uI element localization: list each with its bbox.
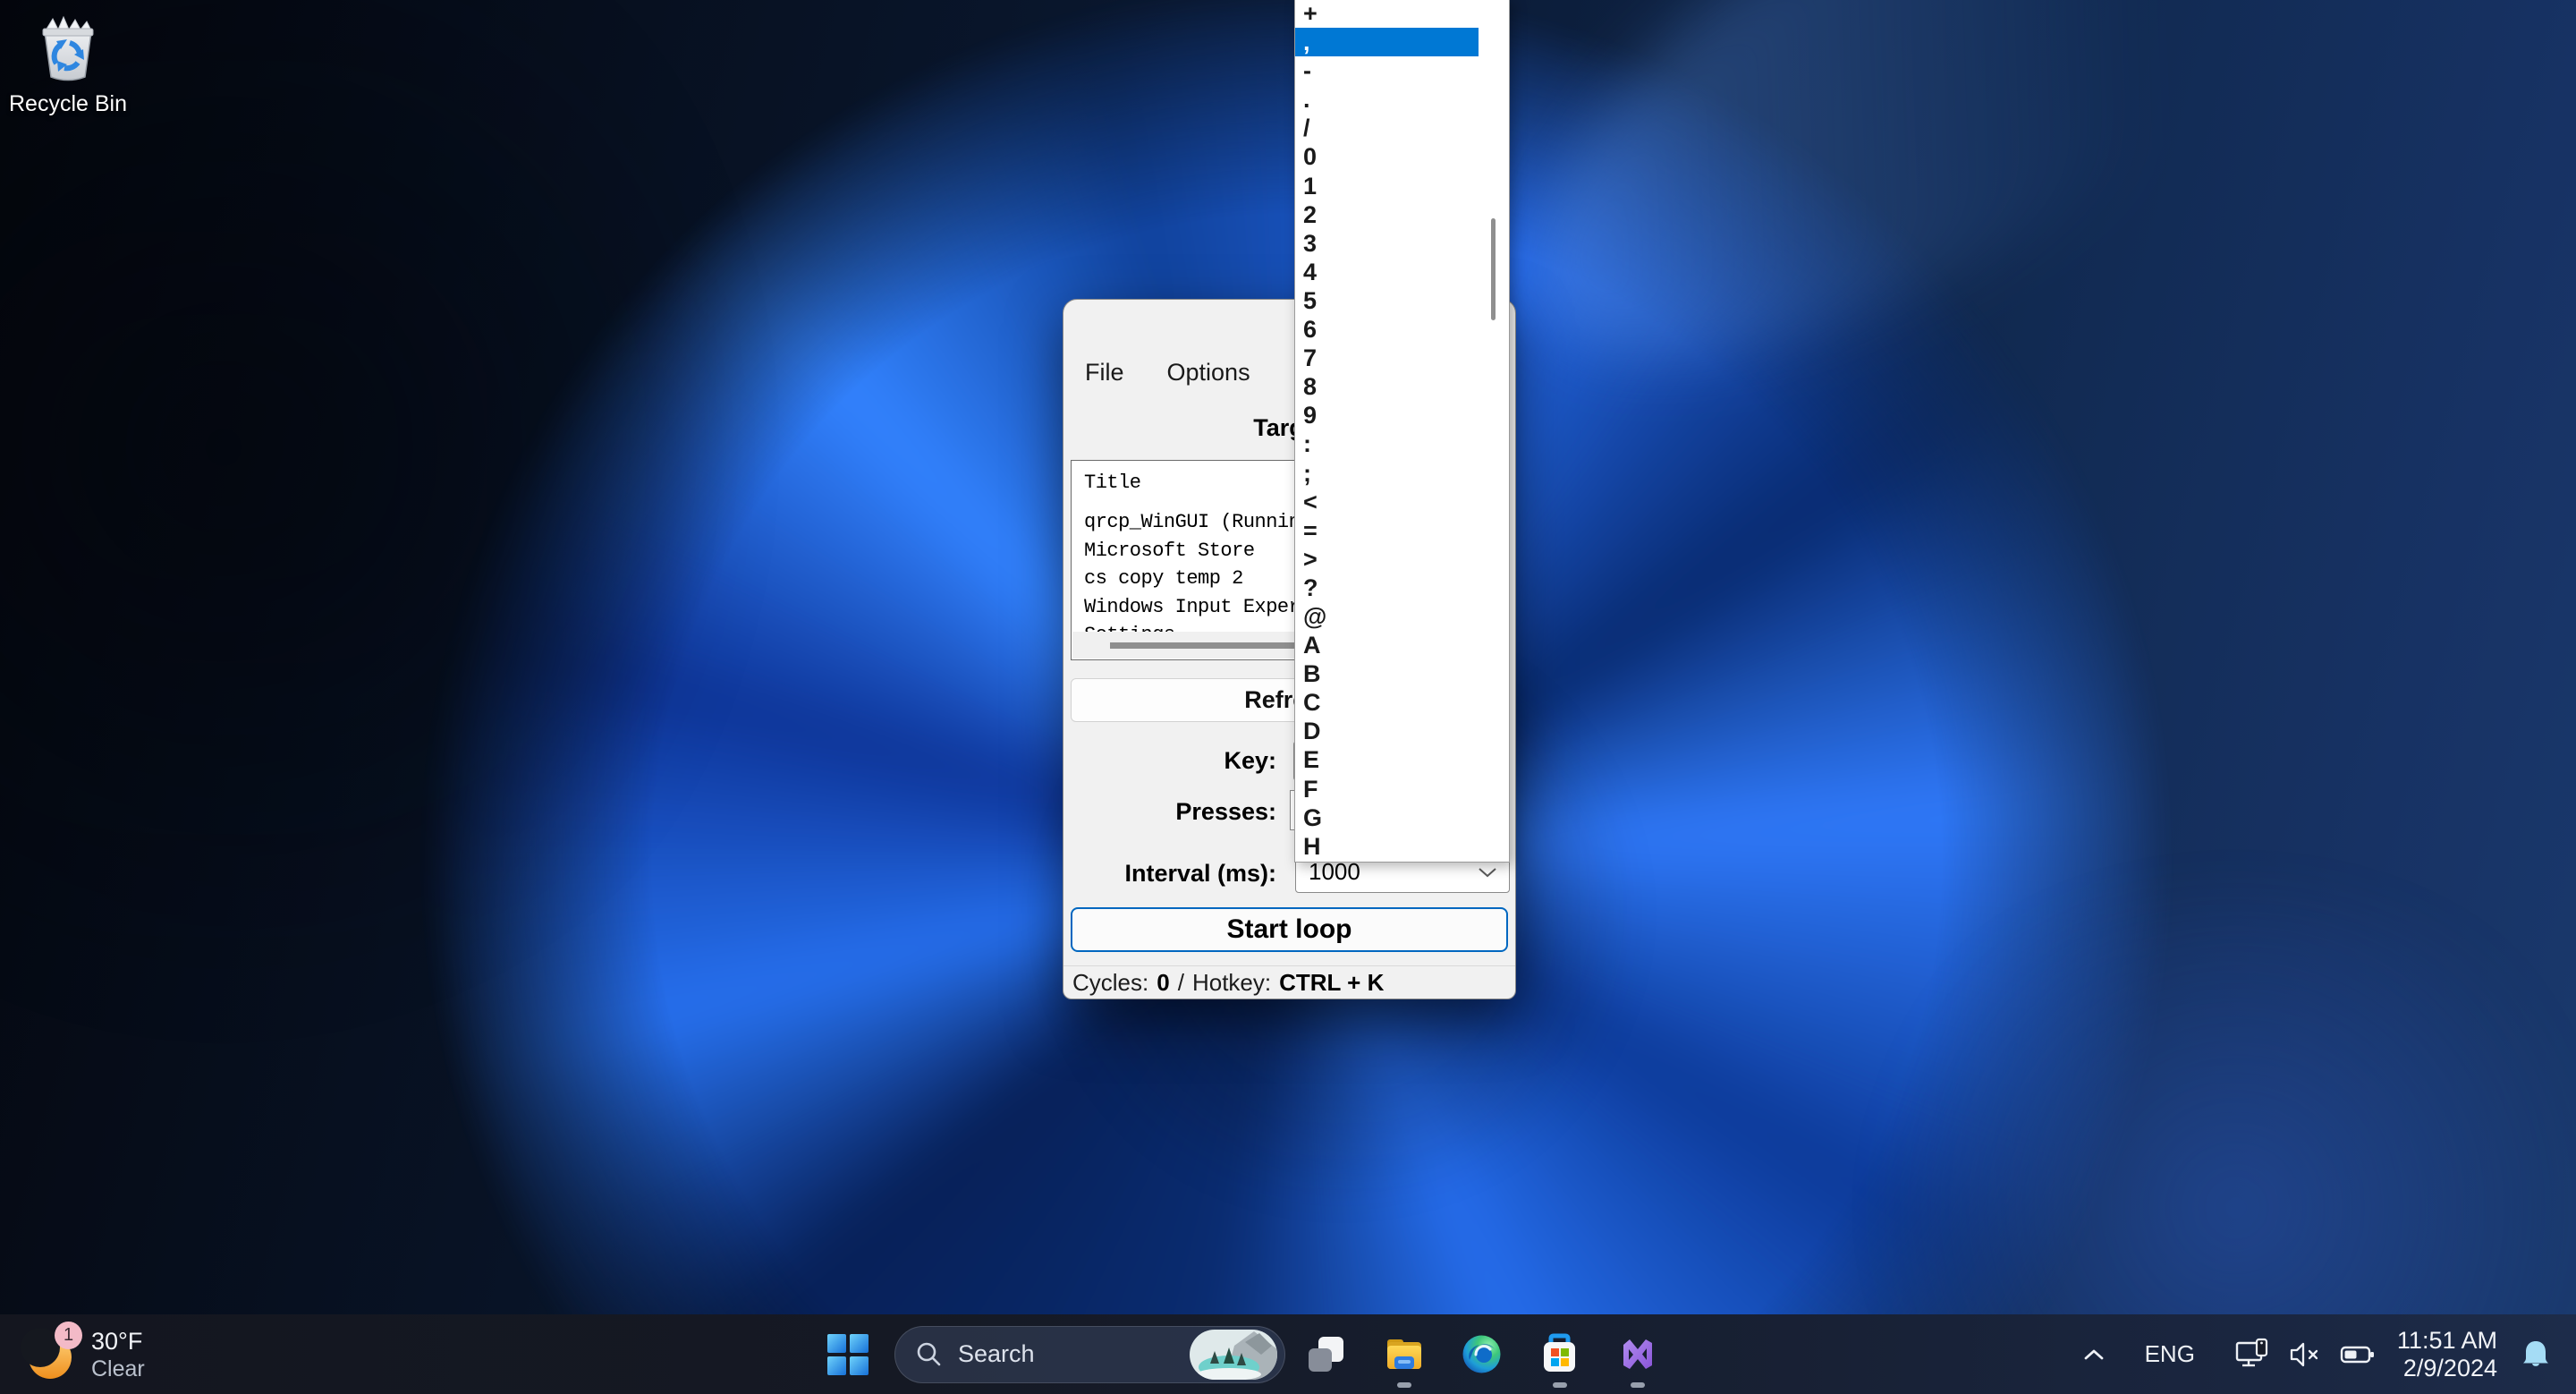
key-dropdown-item[interactable]: B <box>1295 659 1479 688</box>
menu-options[interactable]: Options <box>1157 355 1261 390</box>
taskbar-center: Search <box>814 1314 1676 1394</box>
presses-label: Presses: <box>1175 798 1276 826</box>
weather-alert-badge: 1 <box>55 1322 82 1349</box>
key-label: Key: <box>1224 747 1276 775</box>
taskbar-app-file-explorer[interactable] <box>1365 1314 1443 1394</box>
chevron-down-icon <box>1477 866 1498 879</box>
key-dropdown-item[interactable]: : <box>1295 429 1479 458</box>
chevron-up-icon[interactable] <box>2082 1347 2106 1363</box>
running-indicator <box>1553 1382 1567 1388</box>
key-dropdown-item[interactable]: > <box>1295 545 1479 574</box>
key-dropdown-item[interactable]: ? <box>1295 574 1479 602</box>
key-dropdown-item[interactable]: . <box>1295 85 1479 114</box>
recycle-bin[interactable]: Recycle Bin <box>9 11 127 117</box>
edge-icon <box>1461 1333 1503 1375</box>
key-dropdown-item[interactable]: < <box>1295 488 1479 516</box>
interval-label: Interval (ms): <box>1124 860 1276 888</box>
recycle-bin-icon <box>32 11 104 88</box>
key-dropdown-item[interactable]: ; <box>1295 459 1479 488</box>
search-daily-image[interactable] <box>1190 1330 1277 1380</box>
key-dropdown-item[interactable]: , <box>1295 28 1479 56</box>
key-dropdown-item[interactable]: F <box>1295 775 1479 803</box>
hotkey-label: Hotkey: <box>1192 969 1271 997</box>
taskbar-app-task-view[interactable] <box>1287 1314 1365 1394</box>
key-dropdown-item[interactable]: H <box>1295 832 1479 861</box>
taskbar-app-edge[interactable] <box>1443 1314 1521 1394</box>
muted-speaker-icon[interactable] <box>2288 1339 2322 1370</box>
battery-icon[interactable] <box>2340 1339 2376 1370</box>
cycles-value: 0 <box>1157 969 1169 997</box>
key-dropdown-item[interactable]: 6 <box>1295 315 1479 344</box>
key-dropdown-item[interactable]: 3 <box>1295 229 1479 258</box>
key-dropdown-item[interactable]: 1 <box>1295 172 1479 200</box>
key-dropdown-item[interactable]: 2 <box>1295 200 1479 229</box>
key-dropdown-item[interactable]: + <box>1295 0 1479 28</box>
visual-studio-icon <box>1616 1333 1658 1375</box>
start-loop-button[interactable]: Start loop <box>1071 907 1508 952</box>
desktop: Recycle Bin File Options Target Title qr… <box>0 0 2576 1394</box>
key-dropdown-item[interactable]: A <box>1295 631 1479 659</box>
clock-date: 2/9/2024 <box>2397 1355 2497 1382</box>
key-dropdown-item[interactable]: 7 <box>1295 344 1479 372</box>
weather-condition: Clear <box>91 1356 145 1382</box>
taskbar-app-store[interactable] <box>1521 1314 1598 1394</box>
recycle-bin-label: Recycle Bin <box>9 91 127 117</box>
key-dropdown-item[interactable]: = <box>1295 516 1479 545</box>
taskbar: 1 30°F Clear <box>0 1314 2576 1394</box>
search-icon <box>915 1340 944 1369</box>
store-icon <box>1538 1333 1580 1375</box>
clock-time: 11:51 AM <box>2397 1327 2497 1355</box>
menu-file[interactable]: File <box>1074 355 1135 390</box>
key-dropdown-item[interactable]: 8 <box>1295 372 1479 401</box>
key-dropdown-item[interactable]: - <box>1295 56 1479 85</box>
task-view-icon <box>1305 1333 1347 1375</box>
bell-icon[interactable] <box>2519 1338 2553 1372</box>
key-dropdown-item[interactable]: 5 <box>1295 286 1479 315</box>
key-dropdown-list[interactable]: +,-./0123456789:;<=>?@ABCDEFGH <box>1294 0 1510 863</box>
taskbar-app-visual-studio[interactable] <box>1598 1314 1676 1394</box>
start-icon <box>826 1333 869 1376</box>
running-indicator <box>1631 1382 1645 1388</box>
dropdown-scrollbar-thumb[interactable] <box>1491 218 1496 320</box>
key-dropdown-item[interactable]: 9 <box>1295 401 1479 429</box>
key-dropdown-item[interactable]: 0 <box>1295 142 1479 171</box>
key-dropdown-item[interactable]: 4 <box>1295 258 1479 286</box>
key-dropdown-item[interactable]: / <box>1295 114 1479 142</box>
file-explorer-icon <box>1383 1333 1425 1375</box>
cast-icon[interactable] <box>2234 1338 2270 1372</box>
winter-scene-image <box>1190 1330 1277 1380</box>
status-separator: / <box>1178 969 1184 997</box>
key-dropdown-item[interactable]: G <box>1295 803 1479 832</box>
key-dropdown-items: +,-./0123456789:;<=>?@ABCDEFGH <box>1295 0 1509 861</box>
cycles-label: Cycles: <box>1072 969 1148 997</box>
key-dropdown-item[interactable]: D <box>1295 717 1479 745</box>
hotkey-value: CTRL + K <box>1279 969 1384 997</box>
running-indicator <box>1397 1382 1411 1388</box>
search-input[interactable]: Search <box>894 1326 1285 1383</box>
start-button[interactable] <box>814 1314 882 1394</box>
key-dropdown-item[interactable]: C <box>1295 688 1479 717</box>
taskbar-clock[interactable]: 11:51 AM 2/9/2024 <box>2397 1327 2497 1382</box>
system-tray: ENG 11:51 AM <box>2082 1314 2576 1394</box>
weather-widget[interactable]: 1 30°F Clear <box>20 1314 145 1394</box>
key-dropdown-item[interactable]: E <box>1295 745 1479 774</box>
language-indicator[interactable]: ENG <box>2145 1340 2195 1368</box>
search-placeholder: Search <box>958 1340 1035 1368</box>
status-bar: Cycles: 0 / Hotkey: CTRL + K <box>1063 965 1515 999</box>
weather-temp: 30°F <box>91 1327 145 1356</box>
key-dropdown-item[interactable]: @ <box>1295 602 1479 631</box>
